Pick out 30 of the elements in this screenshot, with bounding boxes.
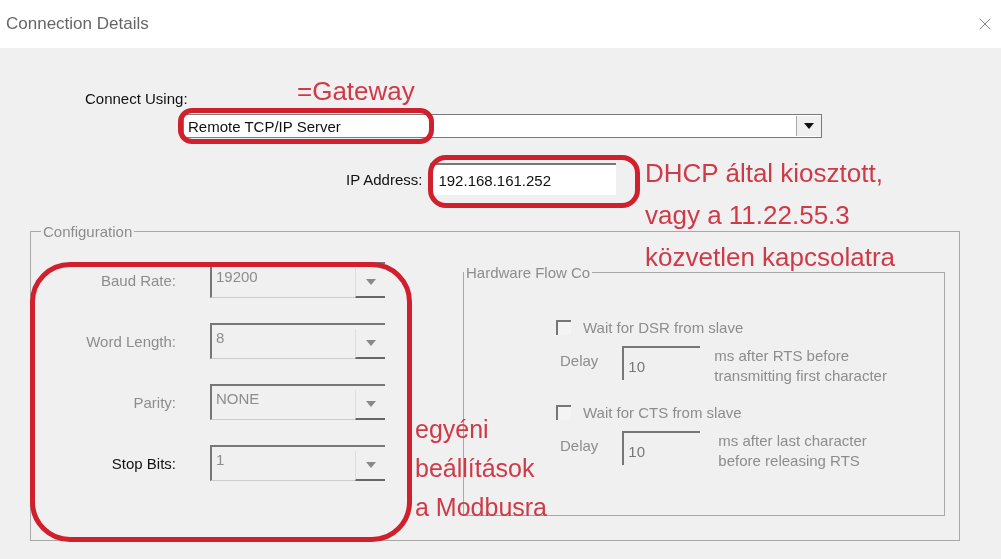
delay-note: ms after RTS before transmitting first character (714, 346, 887, 386)
field-label: Delay (560, 437, 599, 454)
delay-note: ms after last character before releasing RTS (718, 431, 867, 471)
annotation-text: DHCP által kiosztott, vagy a 11.22.55.3 közvetlen kapcsolatra (645, 157, 896, 274)
dropdown-arrow-icon (365, 401, 376, 407)
field-label: Connect Using: (85, 90, 188, 107)
annotation-text: =Gateway (297, 76, 415, 106)
dropdown-arrow-icon (365, 279, 376, 285)
group-title: Hardware Flow Co (465, 264, 592, 281)
field-label: IP Address: (346, 170, 423, 188)
window-title: Connection Details (6, 14, 149, 34)
connection-dropdown[interactable]: Remote TCP/IP Server (183, 114, 822, 138)
field-label: Parity: (133, 393, 176, 411)
field-label: Word Length: (86, 332, 176, 350)
group-title: Configuration (42, 223, 134, 240)
checkbox[interactable] (556, 405, 571, 420)
setting-dropdown[interactable]: 1 (210, 445, 385, 481)
checkbox-label: Wait for CTS from slave (583, 404, 742, 421)
checkbox[interactable] (556, 320, 571, 335)
annotation-text: egyéni beállítások a Modbusra (415, 414, 548, 523)
ip-address-field[interactable]: 192.168.161.252 (430, 163, 617, 195)
dropdown-arrow-icon (365, 340, 376, 346)
dropdown-arrow-icon (365, 462, 376, 468)
delay-field[interactable]: 10 (622, 431, 701, 465)
dropdown-arrow-icon (804, 123, 814, 129)
field-label: Stop Bits: (111, 454, 176, 472)
field-label: Delay (560, 352, 599, 369)
field-label: Baud Rate: (100, 271, 176, 289)
delay-field[interactable]: 10 (622, 346, 701, 380)
checkbox-label: Wait for DSR from slave (583, 319, 744, 336)
